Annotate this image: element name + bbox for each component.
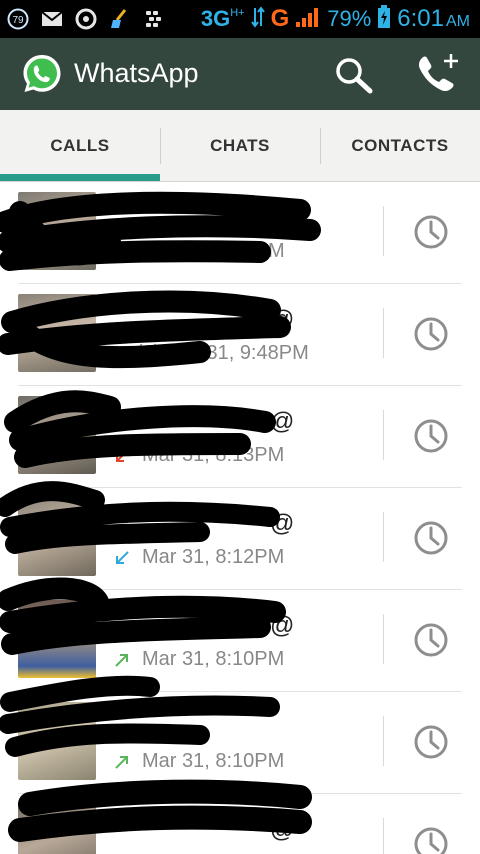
whatsapp-logo: [20, 52, 64, 96]
call-time: Mar 31, 8:10PM: [142, 750, 285, 772]
new-call-icon[interactable]: [414, 52, 460, 96]
clock-icon[interactable]: [412, 417, 450, 455]
avatar: [18, 804, 96, 854]
avatar: [18, 702, 96, 780]
row-divider: [383, 206, 384, 256]
bbm-icon: [142, 8, 166, 30]
app-bar: WhatsApp: [0, 38, 480, 110]
call-row[interactable]: @: [0, 794, 480, 854]
selected-tab-indicator: [0, 174, 160, 181]
clock-icon[interactable]: [412, 315, 450, 353]
call-row[interactable]: ( Apr 1, 11:11PM: [0, 182, 480, 284]
tab-calls[interactable]: CALLS: [0, 110, 160, 182]
row-divider: [383, 512, 384, 562]
outgoing-call-icon: [114, 244, 130, 260]
avatar: [18, 294, 96, 372]
clock-icon[interactable]: [412, 213, 450, 251]
app-title: WhatsApp: [74, 58, 199, 88]
outgoing-call-icon: [114, 754, 130, 770]
status-bar: 79 3G H+ G 79% 6:01 AM: [0, 0, 480, 38]
badge-count: 79: [12, 15, 24, 26]
network-sub: H+: [230, 7, 245, 19]
mail-icon: [40, 8, 64, 30]
incoming-call-icon: [114, 550, 130, 566]
call-time: Mar 31, 8:10PM: [142, 648, 285, 670]
call-count: (: [136, 240, 143, 262]
contact-name: @: [270, 816, 295, 843]
call-meta: Mar 31, 8:12PM: [114, 546, 284, 569]
call-time: Mar 31, 9:48PM: [166, 342, 309, 364]
avatar: [18, 498, 96, 576]
broom-icon: [108, 8, 132, 30]
carrier-letter: G: [270, 5, 290, 32]
badge-79-icon: 79: [6, 8, 30, 30]
avatar: [18, 600, 96, 678]
contact-name: @: [270, 408, 295, 435]
tab-contacts[interactable]: CONTACTS: [320, 110, 480, 182]
row-divider: [383, 818, 384, 854]
tab-bar: CALLS CHATS CONTACTS: [0, 110, 480, 182]
calls-list: ( Apr 1, 11:11PM @ (2) Mar 31, 9:48PM @ …: [0, 182, 480, 854]
clock-icon[interactable]: [412, 825, 450, 854]
signal-icon: [295, 6, 321, 33]
tab-chats[interactable]: CHATS: [160, 110, 320, 182]
call-time: Mar 31, 8:12PM: [142, 546, 285, 568]
circular-app-icon: [74, 8, 98, 30]
avatar: [18, 192, 96, 270]
call-time: Mar 31, 8:13PM: [142, 444, 285, 466]
call-time: Apr 1, 11:11PM: [148, 240, 285, 262]
network-type: 3G: [200, 6, 231, 31]
missed-call-icon: [114, 448, 130, 464]
outgoing-call-icon: [114, 652, 130, 668]
contact-name: @: [270, 306, 295, 333]
call-row[interactable]: @ Mar 31, 8:10PM: [0, 590, 480, 692]
call-meta: (2) Mar 31, 9:48PM: [114, 342, 309, 365]
system-indicators: 3G H+ G 79% 6:01 AM: [201, 4, 470, 34]
search-icon[interactable]: [334, 56, 374, 94]
data-arrows-icon: [250, 5, 265, 33]
call-meta: Mar 31, 8:10PM: [114, 750, 284, 773]
row-divider: [383, 410, 384, 460]
clock-icon[interactable]: [412, 621, 450, 659]
contact-name: @: [270, 612, 295, 639]
clock-icon[interactable]: [412, 519, 450, 557]
notification-icons: 79: [6, 6, 166, 32]
call-count: (2): [136, 342, 161, 364]
call-row[interactable]: @ (2) Mar 31, 9:48PM: [0, 284, 480, 386]
row-divider: [383, 614, 384, 664]
clock-icon[interactable]: [412, 723, 450, 761]
row-divider: [383, 308, 384, 358]
call-meta: ( Apr 1, 11:11PM: [114, 240, 285, 263]
call-meta: Mar 31, 8:10PM: [114, 648, 284, 671]
call-row[interactable]: @ Mar 31, 8:12PM: [0, 488, 480, 590]
avatar: [18, 396, 96, 474]
battery-percent: 79%: [327, 6, 372, 31]
call-meta: Mar 31, 8:13PM: [114, 444, 284, 467]
call-row[interactable]: Mar 31, 8:10PM: [0, 692, 480, 794]
outgoing-call-icon: [114, 346, 130, 362]
clock-time: 6:01 AM: [397, 5, 470, 32]
row-divider: [383, 716, 384, 766]
call-row[interactable]: @ Mar 31, 8:13PM: [0, 386, 480, 488]
contact-name: @: [270, 510, 295, 537]
battery-icon: [377, 4, 391, 34]
